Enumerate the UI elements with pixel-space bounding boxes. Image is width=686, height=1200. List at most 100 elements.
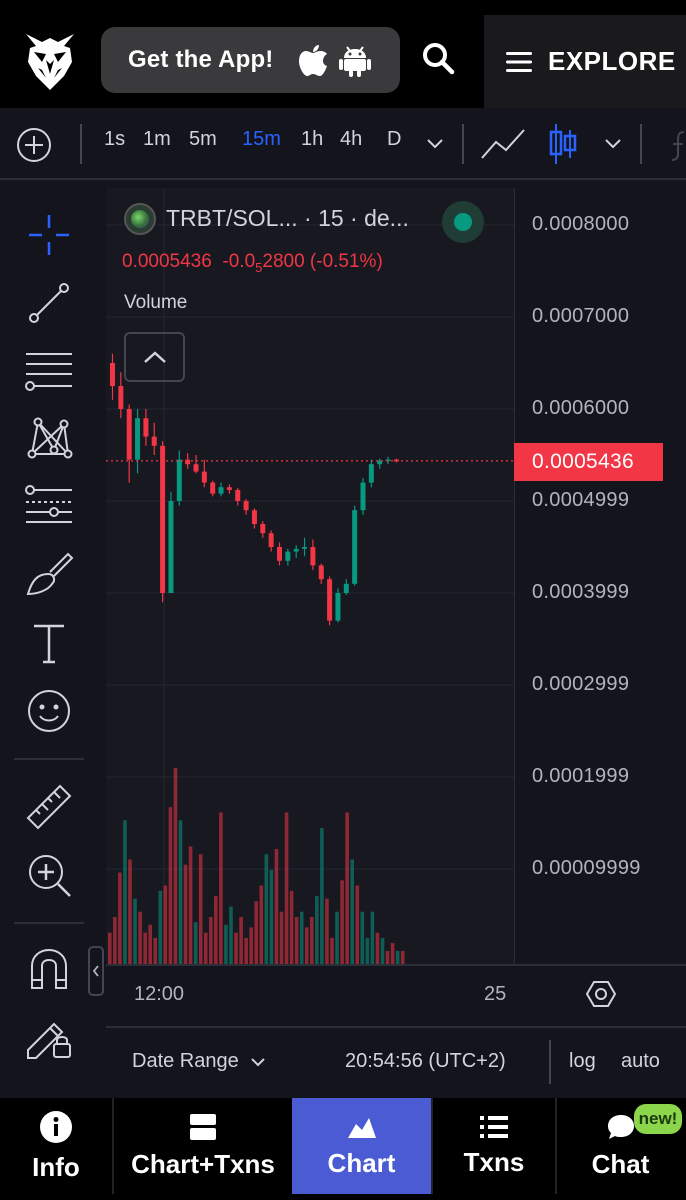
volume-bar (219, 812, 223, 964)
owl-logo-icon[interactable] (22, 30, 78, 92)
fib-retracement-icon[interactable] (24, 346, 74, 396)
candle-body (277, 547, 282, 561)
lock-drawings-icon[interactable] (24, 1010, 74, 1060)
volume-bar (113, 916, 117, 964)
add-symbol-icon[interactable] (16, 127, 52, 163)
interval-1h[interactable]: 1h (301, 128, 323, 151)
candle-body (285, 551, 291, 561)
volume-bar (390, 943, 395, 964)
volume-bar (138, 911, 142, 964)
volume-bar (395, 950, 400, 964)
chevron-down-icon[interactable] (426, 138, 444, 150)
auto-scale-toggle[interactable]: auto (621, 1050, 660, 1073)
price-axis-label: 0.0002999 (532, 673, 630, 695)
explore-label: EXPLORE (548, 46, 676, 76)
volume-bar (163, 885, 168, 964)
volume-indicator-label[interactable]: Volume (124, 292, 187, 314)
brush-icon[interactable] (24, 550, 74, 600)
volume-bar (118, 872, 122, 964)
collapse-toolbar-button[interactable] (88, 946, 104, 996)
candle-body (368, 464, 374, 483)
get-app-button[interactable]: Get the App! (101, 27, 400, 93)
volume-bar (345, 812, 349, 964)
interval-1m[interactable]: 1m (143, 128, 171, 151)
chevron-up-icon (143, 351, 166, 363)
volume-bar (183, 864, 188, 964)
chart-icon (346, 1113, 376, 1138)
clock-timezone[interactable]: 20:54:56 (UTC+2) (345, 1050, 506, 1073)
volume-bar (264, 854, 269, 964)
candle-body (352, 510, 358, 584)
volume-bar (310, 916, 314, 964)
pattern-icon[interactable] (24, 414, 74, 464)
price-axis-label: 0.0004999 (532, 489, 630, 511)
volume-bar (370, 911, 375, 964)
interval-15m[interactable]: 15m (242, 128, 281, 151)
chevron-down-icon[interactable] (604, 138, 622, 150)
status-strip (0, 0, 686, 12)
candle-body (201, 471, 207, 483)
collapse-indicators-button[interactable] (124, 332, 185, 382)
volume-bar (209, 916, 213, 964)
current-price: 0.0005436 (122, 251, 212, 272)
new-badge: new! (634, 1104, 682, 1134)
chat-bubble-icon (607, 1114, 634, 1139)
android-icon (339, 46, 371, 77)
candle-body (193, 464, 199, 472)
volume-bar (224, 924, 228, 964)
log-scale-toggle[interactable]: log (569, 1050, 596, 1073)
interval-5m[interactable]: 5m (189, 128, 217, 151)
footer-divider (549, 1040, 551, 1084)
chevron-left-icon (92, 965, 99, 977)
price-axis-label: 0.0006000 (532, 397, 630, 419)
candle-body (343, 583, 349, 593)
candle-body (143, 418, 149, 437)
market-status-indicator[interactable] (442, 201, 484, 243)
nav-tab-txns[interactable]: Txns (433, 1098, 555, 1194)
volume-bar (304, 927, 309, 964)
ruler-icon[interactable] (24, 782, 74, 832)
magnet-icon[interactable] (24, 944, 74, 994)
search-icon[interactable] (420, 40, 456, 76)
volume-bar (360, 911, 365, 964)
candle-body (118, 386, 124, 409)
candle-body (260, 524, 266, 534)
interval-d[interactable]: D (387, 128, 401, 151)
price-axis-label: 0.0003999 (532, 581, 630, 603)
interval-4h[interactable]: 4h (340, 128, 362, 151)
nav-tab-info[interactable]: Info (0, 1098, 112, 1194)
candles-chart-type-icon[interactable] (548, 122, 578, 166)
nav-tab-chart[interactable]: Chart (292, 1098, 431, 1194)
volume-bar (375, 932, 380, 964)
price-axis-label: 0.0001999 (532, 765, 630, 787)
volume-bar (294, 916, 299, 964)
interval-1s[interactable]: 1s (104, 128, 125, 151)
candle-body (135, 418, 141, 460)
volume-bar (239, 916, 243, 964)
volume-bar (259, 885, 264, 964)
zoom-in-icon[interactable] (24, 850, 74, 900)
candle-body (268, 533, 274, 547)
line-chart-type-icon[interactable] (480, 126, 526, 162)
emoji-icon[interactable] (24, 686, 74, 736)
volume-bar (128, 859, 132, 964)
candle-body (310, 547, 316, 566)
volume-bar (299, 911, 304, 964)
volume-bar (284, 812, 289, 964)
indicators-icon[interactable] (670, 128, 686, 162)
crosshair-icon[interactable] (24, 210, 74, 260)
date-range-button[interactable]: Date Range (132, 1050, 266, 1073)
chart-settings-icon[interactable] (585, 978, 617, 1010)
trend-line-icon[interactable] (24, 278, 74, 328)
symbol-title: TRBT/SOL... · 15 · de... (166, 205, 409, 231)
volume-bar (234, 932, 238, 964)
text-tool-icon[interactable] (24, 618, 74, 668)
explore-button[interactable]: EXPLORE (484, 15, 686, 108)
volume-bar (229, 906, 233, 964)
nav-tab-chart-txns[interactable]: Chart+Txns (114, 1098, 292, 1194)
volume-bar (355, 885, 360, 964)
forecast-icon[interactable] (24, 482, 74, 532)
volume-bar (203, 932, 208, 964)
volume-bar (214, 896, 218, 964)
volume-bar (249, 927, 253, 964)
